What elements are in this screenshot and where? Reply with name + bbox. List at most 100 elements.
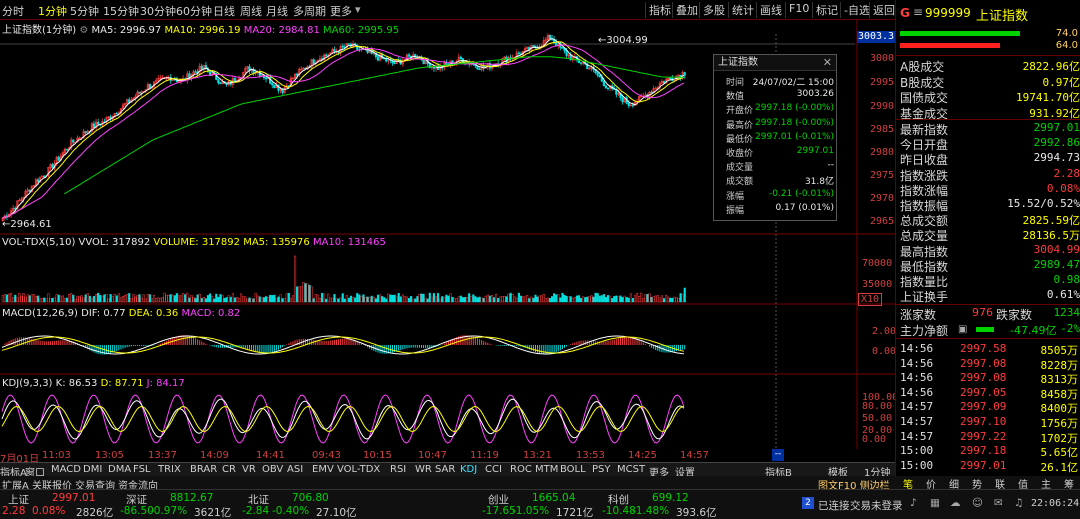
volume-bar [575, 295, 578, 303]
volume-bar [569, 296, 572, 303]
bar-info-popup: 上证指数 ✕ 时间 24/07/02/二 15:00 数值 3003.26 开盘价 299… [713, 54, 837, 221]
volume-bar [463, 297, 467, 303]
advance-bar-value: 74.0 [1055, 28, 1078, 39]
volume-bar [103, 294, 106, 303]
volume-bar [47, 293, 50, 303]
notification-badge[interactable]: 2 [802, 497, 814, 509]
dif-label: DIF: 0.77 [81, 308, 126, 319]
indicator-tab[interactable]: VR [242, 464, 256, 475]
popup-value: -- [827, 160, 835, 171]
message-icon[interactable]: ✉ [994, 497, 1003, 509]
bell-icon[interactable]: ♪ [910, 497, 917, 509]
index-pct: -1.48% [632, 505, 670, 517]
indicator-tab[interactable]: DMA [108, 464, 131, 475]
drawline-button[interactable]: 画线 [756, 2, 785, 18]
indicator-tab[interactable]: SAR [435, 464, 455, 475]
indicator-tab[interactable]: VOL-TDX [337, 464, 380, 475]
chevron-down-icon[interactable]: ▾ [355, 3, 361, 16]
candle-body [548, 35, 552, 39]
indicator-tab[interactable]: EMV [312, 464, 334, 475]
volume-bar [455, 298, 458, 303]
tab-15min[interactable]: 15分钟 [103, 3, 139, 19]
indicator-tab[interactable]: CR [222, 464, 236, 475]
volume-bar [34, 295, 38, 303]
indicator-tab[interactable]: BOLL [560, 464, 586, 475]
popup-row: 时间 24/07/02/二 15:00 [716, 75, 836, 88]
volume-bar [117, 293, 120, 303]
volume-bar [128, 293, 131, 303]
indicator-tab[interactable]: MTM [535, 464, 558, 475]
tab-daily[interactable]: 日线 [213, 3, 235, 19]
mark-button[interactable]: 标记 [812, 2, 841, 18]
volume-bar [22, 293, 25, 303]
volume-bar [667, 296, 670, 303]
indicator-button[interactable]: 指标 [645, 2, 674, 18]
indicator-tab[interactable]: CCI [485, 464, 502, 475]
volume-bar [606, 295, 610, 303]
f10-button[interactable]: F10 [785, 2, 812, 18]
menu-icon[interactable]: ≡ [913, 5, 923, 19]
grid-icon[interactable]: ▦ [930, 497, 940, 509]
indicator-tab[interactable]: OBV [262, 464, 283, 475]
cloud-icon[interactable]: ☁ [950, 497, 961, 509]
volume-bar [339, 297, 342, 303]
indicator-tab[interactable]: PSY [592, 464, 611, 475]
tab-weekly[interactable]: 周线 [240, 3, 262, 19]
candle-body [97, 121, 100, 125]
tab-30min[interactable]: 30分钟 [140, 3, 176, 19]
volume-bar [513, 296, 516, 303]
candle-body [281, 89, 284, 94]
tick-price: 2997.08 [960, 356, 1007, 370]
ma60-label: MA60: 2995.95 [323, 25, 400, 36]
indicator-tab[interactable]: TRIX [158, 464, 181, 475]
volume-bar [573, 297, 576, 303]
back-button[interactable]: 返回 [869, 2, 898, 18]
sound-icon[interactable]: ♫ [1014, 497, 1023, 509]
stat-row: 最高指数 3004.99 [900, 243, 1080, 259]
indicator-tab[interactable]: FSL [133, 464, 151, 475]
close-icon[interactable]: ✕ [823, 56, 832, 69]
tab-more[interactable]: 更多 [330, 3, 352, 19]
stat-key: 上证换手 [900, 290, 949, 305]
tab-60min[interactable]: 60分钟 [176, 3, 212, 19]
stat-row: 总成交量 28136.5万 [900, 227, 1080, 243]
tab-fenshi[interactable]: 分时 [2, 3, 24, 19]
indicator-tab[interactable]: WR [415, 464, 432, 475]
tab-multiperiod[interactable]: 多周期 [293, 3, 326, 19]
stat-row: 指数量比 0.98 [900, 273, 1080, 289]
popup-key: 最高价 [726, 120, 754, 131]
overlay-button[interactable]: 叠加 [672, 2, 701, 18]
index-value: 8812.67 [170, 492, 214, 504]
user-icon[interactable]: ☺ [972, 497, 983, 509]
volume-bar [256, 295, 259, 303]
indicator-tab[interactable]: MACD [51, 464, 81, 475]
info-icon[interactable]: ▣ [958, 324, 967, 335]
indicator-tab[interactable]: DMI [83, 464, 102, 475]
volume-bar [544, 297, 547, 303]
indicator-tab[interactable]: ASI [287, 464, 303, 475]
volume-bar [416, 296, 419, 303]
indicator-tab[interactable]: BRAR [190, 464, 217, 475]
x-tick: 11:19 [470, 450, 499, 461]
volume-bar [211, 296, 214, 303]
vol-pane-legend: VOL-TDX(5,10) VVOL: 317892 VOLUME: 31789… [2, 237, 386, 248]
login-status[interactable]: 交易未登录 [850, 498, 903, 513]
multistock-button[interactable]: 多股 [699, 2, 728, 18]
tab-monthly[interactable]: 月线 [266, 3, 288, 19]
indicator-tab[interactable]: ROC [510, 464, 532, 475]
candle-body [296, 73, 299, 76]
settings-icon[interactable]: ⚙ [79, 25, 88, 36]
indicator-tab[interactable]: KDJ [460, 464, 477, 475]
group-flag: G [900, 6, 910, 20]
popup-row: 开盘价 2997.18 (-0.00%) [716, 103, 836, 116]
volume-bar [163, 292, 166, 303]
tab-1min[interactable]: 1分钟 [38, 3, 67, 19]
volume-bar [671, 297, 674, 303]
stats-button[interactable]: 统计 [728, 2, 757, 18]
indicator-tab[interactable]: MCST [617, 464, 645, 475]
tab-5min[interactable]: 5分钟 [70, 3, 99, 19]
volume-bar [221, 295, 224, 303]
indicator-tab[interactable]: RSI [390, 464, 406, 475]
k-label: K: 86.53 [55, 378, 98, 389]
volume-bar [159, 298, 162, 303]
